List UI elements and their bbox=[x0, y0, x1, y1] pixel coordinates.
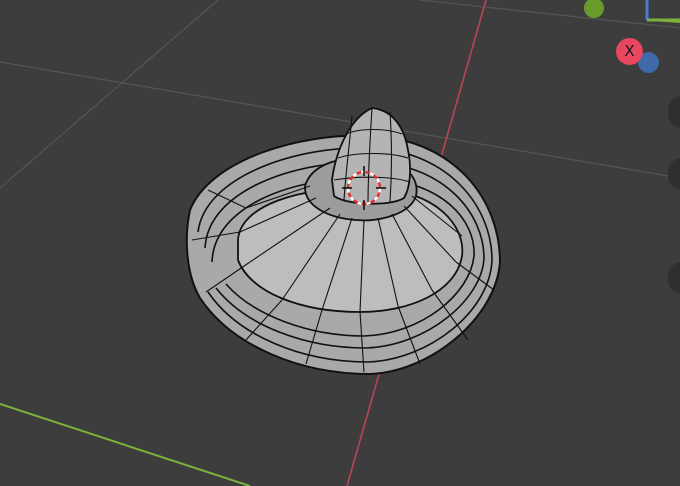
gizmo-x-axis-ball[interactable]: X bbox=[616, 38, 643, 65]
3d-viewport[interactable]: X bbox=[0, 0, 680, 486]
y-axis-line bbox=[0, 403, 251, 486]
gizmo-x-label: X bbox=[624, 42, 635, 60]
scene-canvas[interactable] bbox=[0, 0, 680, 486]
hat-mesh[interactable] bbox=[185, 107, 502, 376]
